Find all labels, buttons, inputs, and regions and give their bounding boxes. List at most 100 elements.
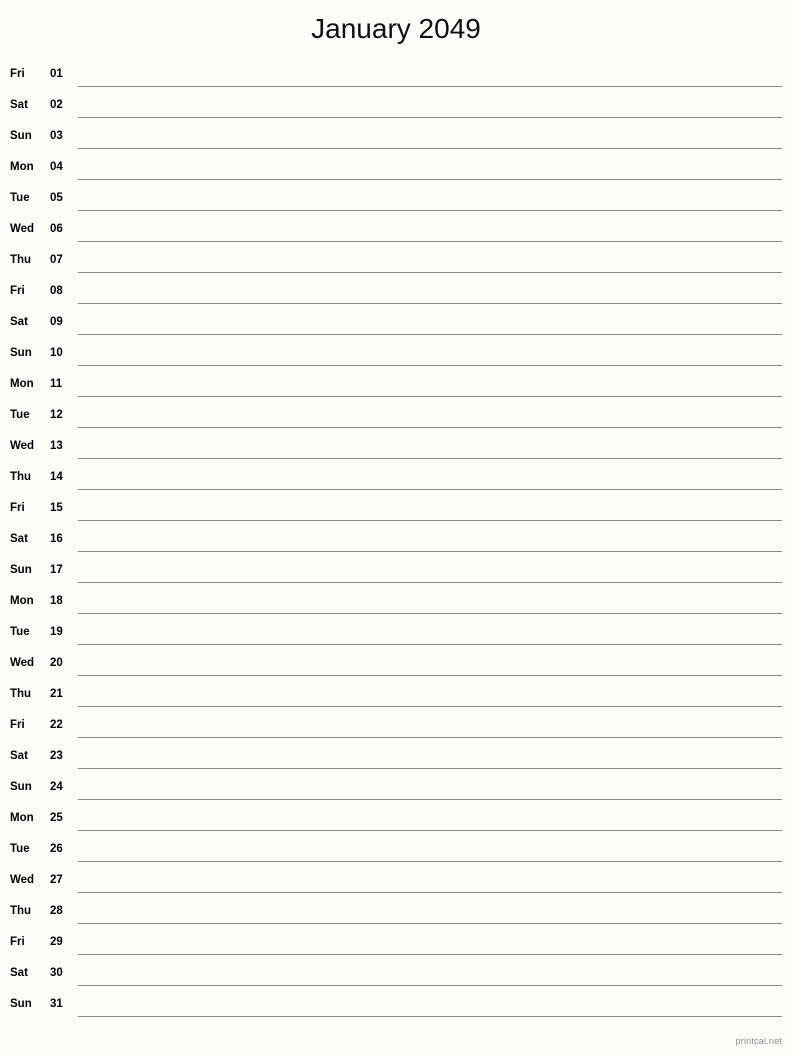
day-row-weekday: Mon [10, 812, 34, 824]
day-row-writing-line[interactable] [78, 303, 782, 304]
day-row-writing-line[interactable] [78, 923, 782, 924]
day-row-weekday: Wed [10, 223, 35, 235]
day-row[interactable]: Fri 01 [0, 62, 792, 93]
day-row-writing-line[interactable] [78, 737, 782, 738]
day-row-weekday: Wed [10, 440, 35, 452]
day-row[interactable]: Wed 06 [0, 217, 792, 248]
day-row[interactable]: Fri 15 [0, 496, 792, 527]
day-row-weekday: Tue [10, 192, 30, 204]
day-row-date-number: 15 [50, 502, 63, 514]
day-row[interactable]: Wed 13 [0, 434, 792, 465]
day-row-writing-line[interactable] [78, 117, 782, 118]
day-row-writing-line[interactable] [78, 427, 782, 428]
day-row-date-number: 01 [50, 68, 63, 80]
day-row[interactable]: Tue 19 [0, 620, 792, 651]
day-row-writing-line[interactable] [78, 520, 782, 521]
day-row[interactable]: Fri 22 [0, 713, 792, 744]
day-row-date-number: 26 [50, 843, 63, 855]
day-row[interactable]: Mon 04 [0, 155, 792, 186]
day-row-date-number: 14 [50, 471, 63, 483]
day-row[interactable]: Sun 31 [0, 992, 792, 1023]
day-row-weekday: Fri [10, 285, 25, 297]
calendar-page: January 2049 Fri 01 Sat 02 Sun 03 Mon 04 Tue 05 We… [0, 0, 792, 1056]
day-row[interactable]: Sun 10 [0, 341, 792, 372]
day-row[interactable]: Thu 28 [0, 899, 792, 930]
day-rows-list: Fri 01 Sat 02 Sun 03 Mon 04 Tue 05 Wed 06 Thu 07 Fri 08… [0, 62, 792, 1023]
day-row-date-number: 03 [50, 130, 63, 142]
day-row-writing-line[interactable] [78, 644, 782, 645]
day-row-date-number: 31 [50, 998, 63, 1010]
day-row-date-number: 27 [50, 874, 63, 886]
day-row[interactable]: Thu 07 [0, 248, 792, 279]
day-row-writing-line[interactable] [78, 799, 782, 800]
day-row[interactable]: Tue 26 [0, 837, 792, 868]
day-row[interactable]: Sat 09 [0, 310, 792, 341]
day-row[interactable]: Mon 25 [0, 806, 792, 837]
day-row-writing-line[interactable] [78, 613, 782, 614]
day-row-weekday: Sat [10, 750, 28, 762]
day-row-weekday: Tue [10, 843, 30, 855]
day-row-date-number: 23 [50, 750, 63, 762]
day-row-writing-line[interactable] [78, 582, 782, 583]
day-row[interactable]: Sat 23 [0, 744, 792, 775]
day-row-writing-line[interactable] [78, 954, 782, 955]
day-row-date-number: 28 [50, 905, 63, 917]
day-row-weekday: Wed [10, 874, 35, 886]
day-row-weekday: Wed [10, 657, 35, 669]
day-row-weekday: Sun [10, 781, 32, 793]
day-row-writing-line[interactable] [78, 861, 782, 862]
day-row-writing-line[interactable] [78, 675, 782, 676]
day-row-writing-line[interactable] [78, 892, 782, 893]
day-row[interactable]: Tue 05 [0, 186, 792, 217]
day-row-weekday: Sat [10, 967, 28, 979]
day-row[interactable]: Fri 08 [0, 279, 792, 310]
day-row-date-number: 22 [50, 719, 63, 731]
day-row-date-number: 19 [50, 626, 63, 638]
day-row[interactable]: Mon 11 [0, 372, 792, 403]
day-row-weekday: Mon [10, 378, 34, 390]
day-row-writing-line[interactable] [78, 210, 782, 211]
day-row-weekday: Fri [10, 502, 25, 514]
day-row-weekday: Sun [10, 998, 32, 1010]
day-row-weekday: Fri [10, 719, 25, 731]
day-row[interactable]: Mon 18 [0, 589, 792, 620]
day-row-date-number: 05 [50, 192, 63, 204]
day-row-writing-line[interactable] [78, 458, 782, 459]
day-row[interactable]: Sun 03 [0, 124, 792, 155]
day-row-date-number: 16 [50, 533, 63, 545]
day-row-writing-line[interactable] [78, 148, 782, 149]
day-row-date-number: 29 [50, 936, 63, 948]
day-row-writing-line[interactable] [78, 985, 782, 986]
day-row[interactable]: Sat 16 [0, 527, 792, 558]
day-row-weekday: Fri [10, 936, 25, 948]
day-row[interactable]: Sun 24 [0, 775, 792, 806]
day-row[interactable]: Wed 27 [0, 868, 792, 899]
day-row-writing-line[interactable] [78, 1016, 782, 1017]
day-row-writing-line[interactable] [78, 334, 782, 335]
day-row-writing-line[interactable] [78, 830, 782, 831]
day-row-writing-line[interactable] [78, 86, 782, 87]
day-row[interactable]: Fri 29 [0, 930, 792, 961]
day-row-writing-line[interactable] [78, 365, 782, 366]
day-row-date-number: 02 [50, 99, 63, 111]
day-row-writing-line[interactable] [78, 706, 782, 707]
day-row-writing-line[interactable] [78, 396, 782, 397]
day-row-weekday: Sun [10, 347, 32, 359]
day-row[interactable]: Tue 12 [0, 403, 792, 434]
day-row-weekday: Thu [10, 688, 32, 700]
day-row[interactable]: Sat 02 [0, 93, 792, 124]
day-row[interactable]: Sun 17 [0, 558, 792, 589]
day-row-weekday: Thu [10, 905, 32, 917]
day-row-weekday: Thu [10, 471, 32, 483]
day-row-writing-line[interactable] [78, 241, 782, 242]
day-row[interactable]: Thu 21 [0, 682, 792, 713]
day-row[interactable]: Thu 14 [0, 465, 792, 496]
day-row-writing-line[interactable] [78, 179, 782, 180]
day-row-writing-line[interactable] [78, 489, 782, 490]
day-row-writing-line[interactable] [78, 768, 782, 769]
day-row-weekday: Sat [10, 316, 28, 328]
day-row[interactable]: Wed 20 [0, 651, 792, 682]
day-row-writing-line[interactable] [78, 272, 782, 273]
day-row[interactable]: Sat 30 [0, 961, 792, 992]
day-row-writing-line[interactable] [78, 551, 782, 552]
